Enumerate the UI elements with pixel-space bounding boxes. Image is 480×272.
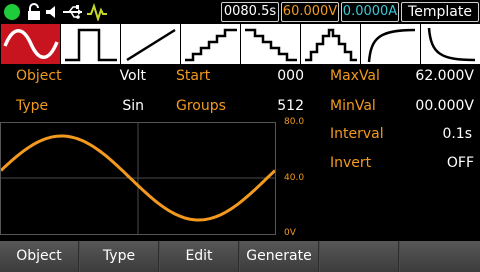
lock-icon [28, 3, 40, 20]
interval-value[interactable]: 0.1s [400, 126, 472, 142]
softkey-6[interactable] [400, 241, 480, 272]
softkey-generate[interactable]: Generate [240, 241, 319, 272]
softkey-5[interactable] [320, 241, 399, 272]
type-label: Type [16, 98, 49, 114]
waveform-ramp-button[interactable] [121, 24, 180, 64]
groups-value[interactable]: 512 [250, 98, 304, 114]
object-value[interactable]: Volt [90, 68, 146, 84]
softkey-type[interactable]: Type [80, 241, 159, 272]
type-value[interactable]: Sin [90, 98, 144, 114]
exp-rise-icon [367, 28, 416, 63]
speaker-icon [46, 6, 55, 18]
preview-y-min-label: 0V [284, 228, 296, 238]
object-label: Object [16, 68, 62, 84]
current-display: 0.0000A [341, 2, 399, 22]
status-led-icon [4, 4, 20, 20]
status-bar: 0080.5s 60.000V 0.0000A Template [0, 0, 480, 24]
waveform-preview-graph [0, 122, 277, 235]
square-wave-icon [65, 28, 117, 62]
waveform-stair-up-button[interactable] [181, 24, 240, 64]
waveform-square-button[interactable] [61, 24, 120, 64]
usb-icon [63, 5, 82, 19]
invert-value[interactable]: OFF [400, 155, 474, 171]
preview-plot [0, 123, 277, 234]
sine-wave-icon [3, 29, 59, 59]
maxval-value[interactable]: 62.000V [400, 68, 474, 84]
waveform-stair-up-down-button[interactable] [301, 24, 360, 64]
mode-template-label[interactable]: Template [401, 2, 479, 22]
softkey-object[interactable]: Object [0, 241, 79, 272]
waveform-stair-down-button[interactable] [241, 24, 300, 64]
minval-label: MinVal [330, 98, 376, 114]
start-value[interactable]: 000 [250, 68, 304, 84]
maxval-label: MaxVal [330, 68, 380, 84]
voltage-display: 60.000V [281, 2, 339, 22]
groups-label: Groups [176, 98, 226, 114]
pulse-icon [87, 3, 107, 21]
waveform-sine-button[interactable] [1, 24, 60, 64]
exp-fall-icon [427, 27, 476, 62]
waveform-palette [0, 24, 480, 64]
waveform-exp-fall-button[interactable] [421, 24, 480, 64]
minval-value[interactable]: 00.000V [400, 98, 474, 114]
invert-label: Invert [330, 155, 372, 171]
stair-up-down-icon [305, 28, 357, 62]
start-label: Start [176, 68, 211, 84]
preview-y-max-label: 80.0 [284, 117, 305, 127]
interval-label: Interval [330, 126, 384, 142]
waveform-exp-rise-button[interactable] [361, 24, 420, 64]
softkey-bar: Object Type Edit Generate [0, 241, 480, 272]
stair-up-icon [185, 28, 237, 62]
preview-y-mid-label: 40.0 [284, 173, 305, 183]
elapsed-time-display: 0080.5s [221, 2, 279, 22]
ramp-wave-icon [126, 28, 176, 62]
stair-down-icon [245, 28, 297, 62]
softkey-edit[interactable]: Edit [160, 241, 239, 272]
